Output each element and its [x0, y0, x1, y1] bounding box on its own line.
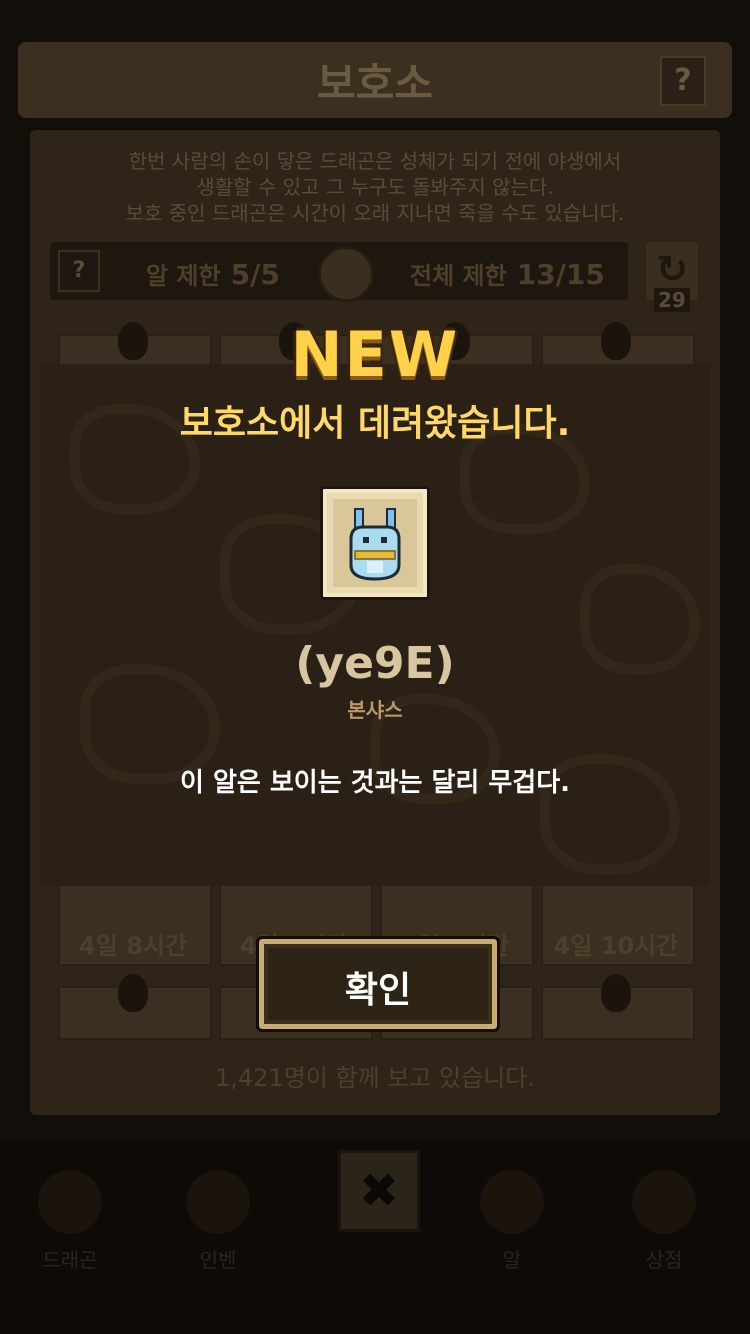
shelter-notice: 한번 사람의 손이 닿은 드래곤은 성체가 되기 전에 야생에서 생활할 수 있… — [40, 148, 710, 226]
total-limit-value: 13/15 — [516, 258, 605, 291]
egg-limit-value: 5/5 — [230, 258, 280, 291]
notice-line-1: 한번 사람의 손이 닿은 드래곤은 성체가 되기 전에 야생에서 — [128, 149, 622, 173]
nav-item-dragon[interactable]: 드래곤 — [20, 1170, 120, 1280]
watching-count: 1,421명이 함께 보고 있습니다. — [214, 1064, 536, 1092]
confirm-label: 확인 — [344, 970, 412, 1011]
nav-item-shop[interactable]: 상점 — [614, 1170, 714, 1280]
nav-item-inventory[interactable]: 인벤 — [168, 1170, 268, 1280]
notice-line-3: 보호 중인 드래곤은 시간이 오래 지나면 죽을 수도 있습니다. — [125, 201, 625, 225]
confirm-button[interactable]: 확인 — [256, 936, 500, 1032]
popup-title: 보호소에서 데려왔습니다. — [179, 403, 571, 444]
dragon-egg-icon — [349, 508, 401, 581]
limit-help-button[interactable]: ? — [58, 250, 100, 292]
nav-item-egg[interactable]: 알 — [462, 1170, 562, 1280]
shelter-slot[interactable] — [58, 974, 212, 1040]
egg-limit-label: 알 제한 — [146, 262, 221, 290]
nav-label: 인벤 — [199, 1248, 237, 1272]
egg-limit: 알 제한 5/5 — [146, 256, 280, 291]
item-inner — [333, 499, 417, 587]
egg-icon — [601, 974, 631, 1012]
total-limit-label: 전체 제한 — [410, 262, 507, 290]
nav-label: 알 — [502, 1248, 522, 1272]
slot-time: 4일 8시간 — [79, 932, 187, 960]
screen: 보호소 ? 한번 사람의 손이 닿은 드래곤은 성체가 되기 전에 야생에서 생… — [0, 0, 750, 1334]
refresh-count: 29 — [654, 288, 690, 312]
total-limit: 전체 제한 13/15 — [410, 256, 605, 291]
item-name: (ye9E) — [295, 638, 455, 689]
shelter-slot[interactable] — [541, 974, 695, 1040]
dragon-icon — [38, 1170, 102, 1234]
item-subtitle: 본샤스 — [347, 698, 403, 722]
notice-line-2: 생활할 수 있고 그 누구도 돌봐주지 않는다. — [196, 175, 554, 199]
new-badge: NEW — [290, 318, 460, 391]
egg-icon — [118, 974, 148, 1012]
item-frame — [320, 486, 430, 600]
bag-icon — [186, 1170, 250, 1234]
shop-icon — [632, 1170, 696, 1234]
slot-time: 4일 10시간 — [553, 932, 679, 960]
nav-label: 드래곤 — [42, 1248, 98, 1272]
help-button[interactable]: ? — [660, 56, 706, 106]
dragon-emblem-icon — [318, 246, 374, 302]
page-title: 보호소 — [317, 59, 433, 108]
close-icon[interactable]: ✖ — [338, 1150, 420, 1232]
item-description: 이 알은 보이는 것과는 달리 무겁다. — [179, 768, 571, 798]
nav-label: 상점 — [645, 1248, 683, 1272]
egg-icon — [480, 1170, 544, 1234]
